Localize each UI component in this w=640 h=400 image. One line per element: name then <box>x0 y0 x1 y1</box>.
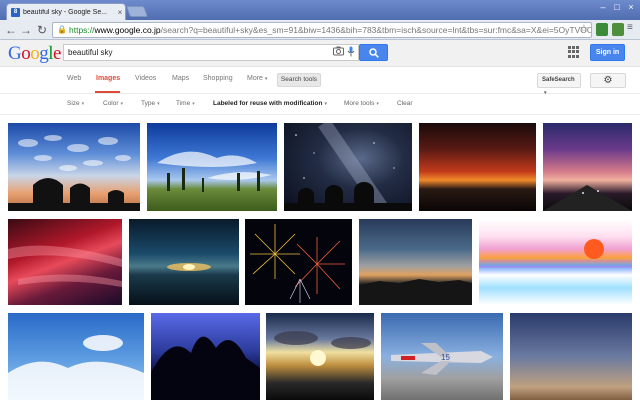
logo-letter: g <box>39 43 49 64</box>
url-path: /search?q=beautiful+sky&es_sm=91&biw=143… <box>160 25 592 35</box>
chrome-menu-icon[interactable]: ≡ <box>627 22 633 33</box>
image-result[interactable] <box>543 123 632 211</box>
tab-web[interactable]: Web <box>67 75 81 82</box>
forward-arrow-icon[interactable]: → <box>18 22 34 38</box>
chevron-down-icon: ▾ <box>192 101 195 107</box>
browser-tab[interactable]: 8 beautiful sky - Google Se... × <box>6 3 126 20</box>
microphone-icon[interactable] <box>346 46 356 57</box>
image-result[interactable] <box>129 219 239 305</box>
tab-title: beautiful sky - Google Se... <box>23 8 108 16</box>
tab-images[interactable]: Images <box>96 75 120 82</box>
chevron-down-icon: ▾ <box>264 76 268 82</box>
chevron-down-icon: ▾ <box>376 101 379 107</box>
image-result[interactable] <box>359 219 472 305</box>
filter-time[interactable]: Time ▾ <box>176 100 195 107</box>
sign-in-button[interactable]: Sign in <box>590 44 625 61</box>
image-result[interactable] <box>8 123 140 211</box>
image-result[interactable] <box>151 313 260 400</box>
search-input[interactable]: beautiful sky <box>63 44 359 61</box>
filter-color[interactable]: Color ▾ <box>103 100 123 107</box>
image-result[interactable] <box>419 123 536 211</box>
tab-more[interactable]: More ▾ <box>247 75 267 82</box>
minimize-icon[interactable]: – <box>596 2 610 12</box>
active-tab-indicator <box>95 91 120 93</box>
chevron-down-icon: ▾ <box>324 101 327 107</box>
filter-color-label: Color <box>103 100 119 107</box>
image-result[interactable] <box>147 123 277 211</box>
close-tab-icon[interactable]: × <box>115 8 125 17</box>
google-favicon-icon: 8 <box>11 7 20 17</box>
extension-download-icon[interactable] <box>596 23 608 36</box>
logo-letter: o <box>30 43 40 64</box>
browser-toolbar: ← → ↻ 🔒 https://www.google.co.jp/search?… <box>0 20 640 40</box>
filter-more-tools-label: More tools <box>344 100 375 107</box>
chevron-down-icon: ▾ <box>120 101 124 107</box>
logo-letter: o <box>21 43 31 64</box>
search-icon <box>368 48 379 58</box>
google-logo[interactable]: Google <box>8 43 61 65</box>
chevron-down-icon: ▾ <box>157 101 160 107</box>
url-scheme: https:// <box>69 25 95 35</box>
safesearch-button[interactable]: SafeSearch ▾ <box>537 73 581 96</box>
filter-more-tools[interactable]: More tools ▾ <box>344 100 379 107</box>
tab-maps[interactable]: Maps <box>172 75 189 82</box>
address-bar[interactable]: 🔒 https://www.google.co.jp/search?q=beau… <box>52 22 592 38</box>
extension-icon[interactable] <box>612 23 624 36</box>
gear-icon[interactable]: ⚙ <box>590 73 626 88</box>
filter-usage-label: Labeled for reuse with modification <box>213 100 323 107</box>
image-result[interactable]: 15 <box>381 313 503 400</box>
tab-shopping[interactable]: Shopping <box>203 75 233 82</box>
image-result[interactable] <box>8 313 144 400</box>
image-result[interactable] <box>8 219 122 305</box>
image-result[interactable] <box>266 313 374 400</box>
logo-letter: e <box>53 43 61 64</box>
image-result[interactable] <box>245 219 352 305</box>
filter-size-label: Size <box>67 100 80 107</box>
image-result[interactable] <box>284 123 412 211</box>
apps-grid-icon[interactable] <box>568 46 580 58</box>
new-tab-button[interactable] <box>125 6 149 17</box>
search-button[interactable] <box>359 44 388 61</box>
filter-time-label: Time <box>176 100 191 107</box>
bookmark-star-icon[interactable]: ☆ <box>579 22 589 35</box>
lock-icon: 🔒 <box>57 25 67 34</box>
filter-size[interactable]: Size ▾ <box>67 100 84 107</box>
logo-letter: G <box>8 43 22 64</box>
image-result[interactable] <box>510 313 632 400</box>
filter-type-label: Type <box>141 100 156 107</box>
url-host: www.google.co.jp <box>94 25 161 35</box>
filter-type[interactable]: Type ▾ <box>141 100 160 107</box>
back-arrow-icon[interactable]: ← <box>3 22 19 38</box>
filter-clear[interactable]: Clear <box>397 100 413 107</box>
safesearch-label: SafeSearch <box>542 77 575 83</box>
reload-icon[interactable]: ↻ <box>34 22 50 38</box>
tab-more-label: More <box>247 75 263 82</box>
tab-videos[interactable]: Videos <box>135 75 156 82</box>
maximize-icon[interactable]: □ <box>610 2 624 12</box>
window-close-icon[interactable]: × <box>624 2 638 12</box>
search-tools-button[interactable]: Search tools <box>277 73 321 87</box>
image-result[interactable] <box>479 219 632 305</box>
filter-usage-rights[interactable]: Labeled for reuse with modification ▾ <box>213 100 327 107</box>
svg-text:15: 15 <box>441 353 450 362</box>
camera-icon[interactable] <box>333 46 344 57</box>
chevron-down-icon: ▾ <box>81 101 85 107</box>
